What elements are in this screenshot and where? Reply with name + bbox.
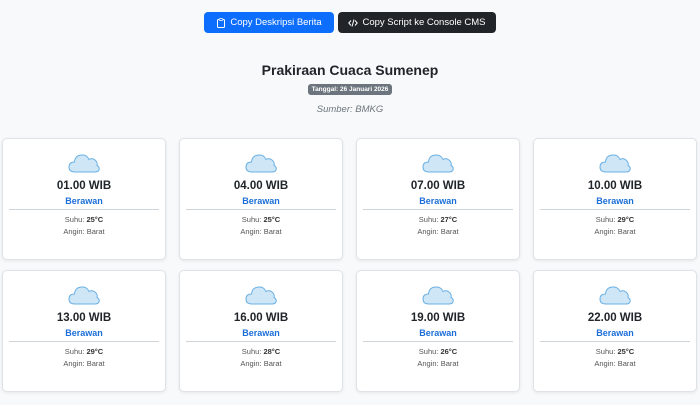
- forecast-time: 13.00 WIB: [56, 312, 112, 324]
- source-text: Sumber: BMKG: [316, 104, 384, 115]
- wind-label: Angin:: [63, 227, 87, 236]
- card-divider: [9, 209, 159, 210]
- wind-value: Barat: [440, 359, 459, 368]
- temperature-label: Suhu:: [64, 347, 87, 356]
- temperature-value: 25°C: [263, 215, 281, 224]
- forecast-time: 01.00 WIB: [56, 180, 112, 192]
- forecast-condition: Berawan: [596, 196, 634, 206]
- copy-script-label: Copy Script ke Console CMS: [362, 17, 486, 28]
- clipboard-icon: [217, 17, 226, 28]
- forecast-condition: Berawan: [65, 328, 103, 338]
- cloud-icon: [599, 286, 631, 305]
- wind-value: Barat: [617, 227, 636, 236]
- forecast-time: 07.00 WIB: [410, 180, 466, 192]
- cloud-icon: [68, 154, 100, 173]
- temperature-value: 28°C: [263, 347, 281, 356]
- forecast-card: 22.00 WIB Berawan Suhu: 25°C Angin: Bara…: [533, 270, 697, 392]
- temperature-line: Suhu: 25°C: [242, 215, 280, 224]
- forecast-card: 04.00 WIB Berawan Suhu: 25°C Angin: Bara…: [179, 138, 343, 260]
- wind-line: Angin: Barat: [240, 227, 281, 236]
- forecast-time: 16.00 WIB: [233, 312, 289, 324]
- wind-label: Angin:: [594, 359, 618, 368]
- cloud-icon: [422, 286, 454, 305]
- forecast-time: 22.00 WIB: [587, 312, 643, 324]
- temperature-value: 29°C: [86, 347, 104, 356]
- temperature-label: Suhu:: [241, 347, 264, 356]
- temperature-label: Suhu:: [64, 215, 87, 224]
- action-toolbar: Copy Deskripsi Berita Copy Script ke Con…: [0, 12, 700, 33]
- card-divider: [540, 209, 690, 210]
- copy-script-button[interactable]: Copy Script ke Console CMS: [338, 12, 496, 33]
- wind-line: Angin: Barat: [594, 359, 635, 368]
- forecast-card: 10.00 WIB Berawan Suhu: 29°C Angin: Bara…: [533, 138, 697, 260]
- forecast-card: 16.00 WIB Berawan Suhu: 28°C Angin: Bara…: [179, 270, 343, 392]
- wind-value: Barat: [440, 227, 459, 236]
- wind-label: Angin:: [417, 359, 441, 368]
- temperature-label: Suhu:: [241, 215, 264, 224]
- temperature-label: Suhu:: [595, 215, 618, 224]
- page-title: Prakiraan Cuaca Sumenep: [261, 62, 439, 78]
- forecast-time: 10.00 WIB: [587, 180, 643, 192]
- temperature-line: Suhu: 26°C: [419, 347, 457, 356]
- wind-line: Angin: Barat: [417, 227, 458, 236]
- temperature-line: Suhu: 29°C: [596, 215, 634, 224]
- forecast-time: 04.00 WIB: [233, 180, 289, 192]
- wind-label: Angin:: [594, 227, 618, 236]
- card-divider: [363, 341, 513, 342]
- wind-value: Barat: [86, 359, 105, 368]
- forecast-card: 19.00 WIB Berawan Suhu: 26°C Angin: Bara…: [356, 270, 520, 392]
- forecast-card: 01.00 WIB Berawan Suhu: 25°C Angin: Bara…: [2, 138, 166, 260]
- temperature-line: Suhu: 25°C: [596, 347, 634, 356]
- forecast-condition: Berawan: [242, 196, 280, 206]
- wind-line: Angin: Barat: [594, 227, 635, 236]
- wind-value: Barat: [617, 359, 636, 368]
- wind-label: Angin:: [417, 227, 441, 236]
- copy-description-button[interactable]: Copy Deskripsi Berita: [204, 12, 334, 33]
- temperature-value: 25°C: [617, 347, 635, 356]
- temperature-label: Suhu:: [418, 347, 441, 356]
- temperature-value: 29°C: [617, 215, 635, 224]
- wind-value: Barat: [263, 359, 282, 368]
- forecast-condition: Berawan: [419, 196, 457, 206]
- wind-line: Angin: Barat: [240, 359, 281, 368]
- temperature-label: Suhu:: [418, 215, 441, 224]
- wind-line: Angin: Barat: [417, 359, 458, 368]
- temperature-line: Suhu: 28°C: [242, 347, 280, 356]
- forecast-card: 13.00 WIB Berawan Suhu: 29°C Angin: Bara…: [2, 270, 166, 392]
- date-badge: Tanggal: 26 Januari 2026: [307, 84, 393, 95]
- card-divider: [9, 341, 159, 342]
- wind-label: Angin:: [240, 227, 264, 236]
- forecast-time: 19.00 WIB: [410, 312, 466, 324]
- card-divider: [363, 209, 513, 210]
- card-divider: [186, 209, 336, 210]
- wind-value: Barat: [263, 227, 282, 236]
- wind-label: Angin:: [63, 359, 87, 368]
- cloud-icon: [422, 154, 454, 173]
- wind-value: Barat: [86, 227, 105, 236]
- forecast-condition: Berawan: [65, 196, 103, 206]
- temperature-label: Suhu:: [595, 347, 618, 356]
- wind-line: Angin: Barat: [63, 227, 104, 236]
- temperature-value: 25°C: [86, 215, 104, 224]
- temperature-value: 27°C: [440, 215, 458, 224]
- wind-label: Angin:: [240, 359, 264, 368]
- forecast-condition: Berawan: [242, 328, 280, 338]
- temperature-line: Suhu: 29°C: [65, 347, 103, 356]
- wind-line: Angin: Barat: [63, 359, 104, 368]
- cloud-icon: [245, 286, 277, 305]
- cloud-icon: [68, 286, 100, 305]
- temperature-value: 26°C: [440, 347, 458, 356]
- forecast-card: 07.00 WIB Berawan Suhu: 27°C Angin: Bara…: [356, 138, 520, 260]
- temperature-line: Suhu: 25°C: [65, 215, 103, 224]
- forecast-grid: 01.00 WIB Berawan Suhu: 25°C Angin: Bara…: [2, 138, 698, 392]
- code-icon: [348, 18, 359, 27]
- temperature-line: Suhu: 27°C: [419, 215, 457, 224]
- card-divider: [540, 341, 690, 342]
- cloud-icon: [599, 154, 631, 173]
- cloud-icon: [245, 154, 277, 173]
- forecast-condition: Berawan: [596, 328, 634, 338]
- copy-description-label: Copy Deskripsi Berita: [230, 17, 322, 28]
- card-divider: [186, 341, 336, 342]
- forecast-condition: Berawan: [419, 328, 457, 338]
